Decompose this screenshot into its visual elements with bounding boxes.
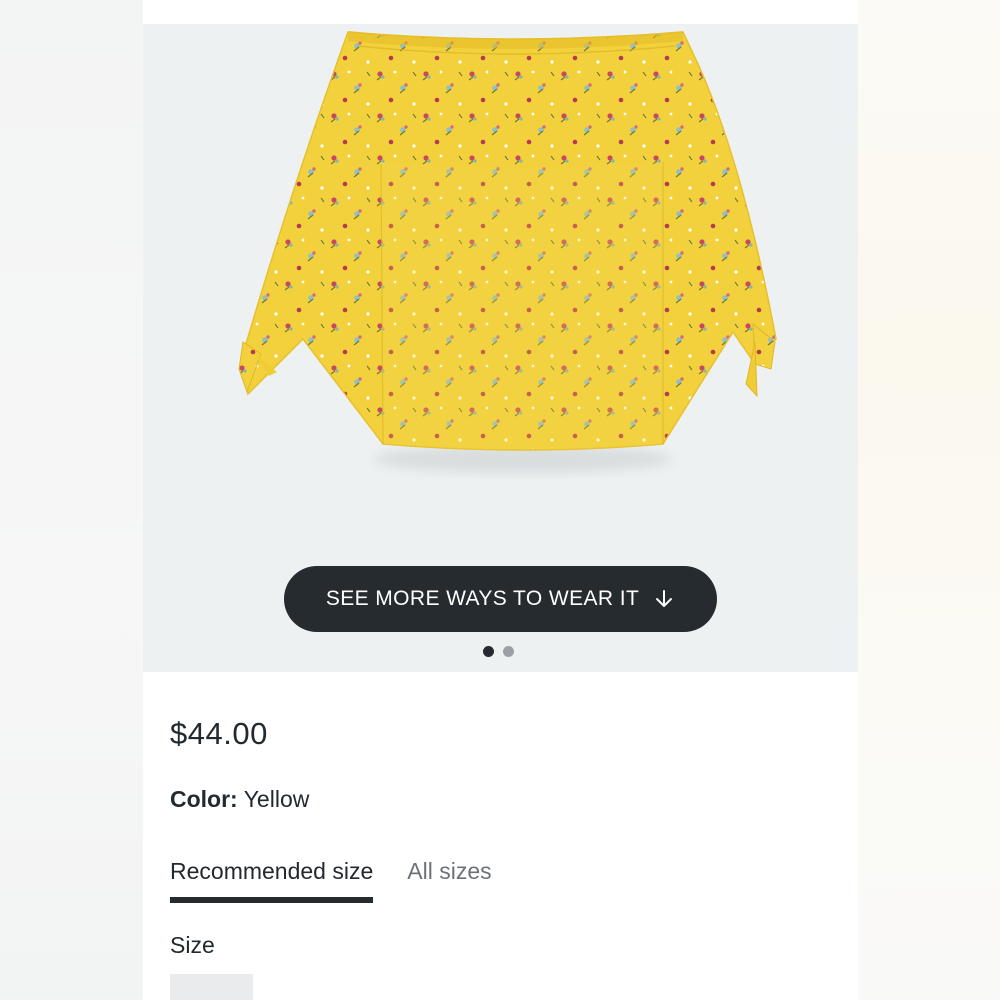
color-label: Color:	[170, 786, 238, 812]
arrow-down-icon	[656, 590, 673, 607]
see-more-ways-button[interactable]: SEE MORE WAYS TO WEAR IT	[284, 566, 717, 632]
tab-recommended-size[interactable]: Recommended size	[170, 858, 374, 903]
carousel-dot-1[interactable]	[483, 646, 494, 657]
product-gallery[interactable]: SEE MORE WAYS TO WEAR IT	[143, 24, 858, 672]
size-label: Size	[170, 932, 215, 958]
size-option[interactable]	[170, 974, 253, 1000]
color-info: Color: Yellow	[170, 786, 309, 813]
carousel-dot-2[interactable]	[503, 646, 514, 657]
tab-all-sizes[interactable]: All sizes	[407, 858, 491, 903]
product-card: SEE MORE WAYS TO WEAR IT $44.00 Color: Y…	[143, 0, 858, 1000]
size-tabs: Recommended size All sizes	[170, 858, 492, 903]
carousel-dots	[483, 646, 514, 657]
color-value: Yellow	[243, 786, 310, 812]
cta-label: SEE MORE WAYS TO WEAR IT	[325, 587, 640, 610]
left-backdrop	[0, 0, 143, 1000]
right-backdrop	[858, 0, 1000, 1000]
product-price: $44.00	[170, 716, 268, 751]
